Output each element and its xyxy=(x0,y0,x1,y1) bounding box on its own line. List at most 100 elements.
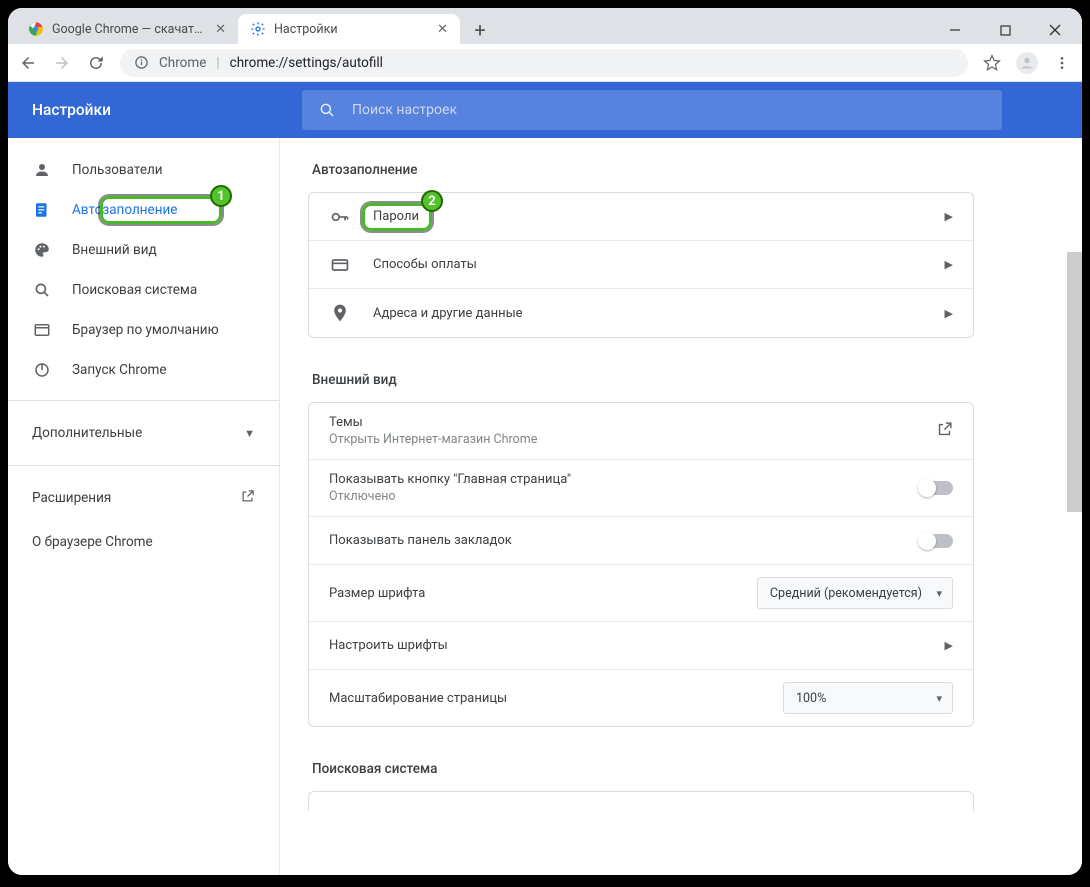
settings-header: Настройки Поиск настроек xyxy=(8,82,1082,138)
card-icon xyxy=(329,254,351,276)
annotation-badge-1: 1 xyxy=(210,185,232,207)
sidebar-about-label: О браузере Chrome xyxy=(32,534,153,550)
close-tab-icon[interactable]: ✕ xyxy=(215,22,226,37)
sidebar-item-label: Автозаполнение xyxy=(72,202,177,218)
sidebar-extensions-label: Расширения xyxy=(32,490,111,506)
chevron-down-icon: ▼ xyxy=(244,427,255,440)
row-home-button: Показывать кнопку "Главная страница" Отк… xyxy=(309,460,973,517)
appearance-card: Темы Открыть Интернет-магазин Chrome Пок… xyxy=(308,402,974,727)
content-scrollbar[interactable] xyxy=(1067,252,1082,512)
sidebar-item-search-engine[interactable]: Поисковая система xyxy=(8,270,279,310)
site-info-icon xyxy=(134,55,149,70)
row-bookmarks-bar: Показывать панель закладок xyxy=(309,517,973,565)
browser-icon xyxy=(32,320,52,340)
annotation-badge-2: 2 xyxy=(421,190,443,212)
pin-icon xyxy=(329,302,351,324)
sidebar-item-label: Браузер по умолчанию xyxy=(72,322,219,338)
tab-0[interactable]: Google Chrome — скачать бесп ✕ xyxy=(16,14,238,44)
profile-avatar[interactable] xyxy=(1016,52,1038,74)
row-page-zoom: Масштабирование страницы 100% xyxy=(309,670,973,726)
sidebar-about[interactable]: О браузере Chrome xyxy=(8,520,279,564)
search-engine-card xyxy=(308,791,974,811)
row-label: Настроить шрифты xyxy=(329,638,945,653)
tab-title: Google Chrome — скачать бесп xyxy=(52,22,205,37)
sidebar-item-label: Пользователи xyxy=(72,162,163,178)
row-label: Адреса и другие данные xyxy=(373,306,945,321)
person-icon xyxy=(32,160,52,180)
tab-1[interactable]: Настройки ✕ xyxy=(238,14,460,44)
address-bar: Chrome | chrome://settings/autofill xyxy=(8,44,1082,82)
sidebar-advanced-label: Дополнительные xyxy=(32,425,142,441)
chevron-right-icon: ▶ xyxy=(945,210,953,223)
row-label: Пароли xyxy=(373,209,945,224)
row-payment-methods[interactable]: Способы оплаты ▶ xyxy=(309,241,973,289)
close-tab-icon[interactable]: ✕ xyxy=(437,22,448,37)
row-sublabel: Отключено xyxy=(329,489,919,504)
chrome-favicon-icon xyxy=(28,21,44,37)
row-label: Показывать панель закладок xyxy=(329,533,919,548)
key-icon xyxy=(329,206,351,228)
window-minimize[interactable] xyxy=(940,18,970,42)
zoom-select[interactable]: 100% xyxy=(783,682,953,714)
sidebar-item-label: Поисковая система xyxy=(72,282,197,298)
external-link-icon xyxy=(936,421,953,442)
row-label: Темы xyxy=(329,415,936,430)
autofill-card: Пароли ▶ 2 Способы оплаты ▶ Адрес xyxy=(308,192,974,338)
sidebar: Пользователи Автозаполнение 1 Внешний ви… xyxy=(8,138,280,875)
row-themes[interactable]: Темы Открыть Интернет-магазин Chrome xyxy=(309,403,973,460)
url-text: chrome://settings/autofill xyxy=(230,55,383,71)
sidebar-divider xyxy=(8,400,279,401)
row-addresses[interactable]: Адреса и другие данные ▶ xyxy=(309,289,973,337)
url-prefix: Chrome xyxy=(159,55,206,71)
settings-panel: Автозаполнение Пароли ▶ 2 Способы оплаты xyxy=(280,138,1082,875)
tab-title: Настройки xyxy=(274,22,427,37)
row-label: Способы оплаты xyxy=(373,257,945,272)
section-title-autofill: Автозаполнение xyxy=(312,162,974,178)
chevron-right-icon: ▶ xyxy=(945,639,953,652)
power-icon xyxy=(32,360,52,380)
bookmarks-bar-toggle[interactable] xyxy=(919,534,953,548)
settings-search-input[interactable]: Поиск настроек xyxy=(302,90,1002,130)
home-button-toggle[interactable] xyxy=(919,481,953,495)
row-passwords[interactable]: Пароли ▶ 2 xyxy=(309,193,973,241)
search-icon xyxy=(318,101,336,119)
back-button[interactable] xyxy=(18,53,38,73)
external-link-icon xyxy=(240,489,255,508)
sidebar-advanced-toggle[interactable]: Дополнительные ▼ xyxy=(8,411,279,455)
row-label: Масштабирование страницы xyxy=(329,691,783,706)
sidebar-item-label: Внешний вид xyxy=(72,242,157,258)
sidebar-item-default-browser[interactable]: Браузер по умолчанию xyxy=(8,310,279,350)
new-tab-button[interactable]: + xyxy=(466,16,494,44)
row-sublabel: Открыть Интернет-магазин Chrome xyxy=(329,432,936,447)
window-close[interactable] xyxy=(1040,18,1070,42)
sidebar-extensions[interactable]: Расширения xyxy=(8,476,279,520)
window-maximize[interactable] xyxy=(990,18,1020,42)
forward-button[interactable] xyxy=(52,53,72,73)
chevron-right-icon: ▶ xyxy=(945,258,953,271)
reload-button[interactable] xyxy=(86,53,106,73)
chevron-right-icon: ▶ xyxy=(945,307,953,320)
search-icon xyxy=(32,280,52,300)
row-label: Показывать кнопку "Главная страница" xyxy=(329,472,919,487)
sidebar-item-autofill[interactable]: Автозаполнение 1 xyxy=(8,190,279,230)
chrome-menu-icon[interactable] xyxy=(1052,53,1072,73)
sidebar-item-label: Запуск Chrome xyxy=(72,362,167,378)
row-label: Размер шрифта xyxy=(329,586,757,601)
section-title-appearance: Внешний вид xyxy=(312,372,974,388)
tab-strip: Google Chrome — скачать бесп ✕ Настройки… xyxy=(8,8,1082,44)
search-placeholder: Поиск настроек xyxy=(352,102,457,118)
row-customize-fonts[interactable]: Настроить шрифты ▶ xyxy=(309,622,973,670)
page-title: Настройки xyxy=(32,101,302,119)
settings-favicon-icon xyxy=(250,21,266,37)
sidebar-divider xyxy=(8,465,279,466)
autofill-icon xyxy=(32,200,52,220)
font-size-select[interactable]: Средний (рекомендуется) xyxy=(757,577,953,609)
bookmark-star-icon[interactable] xyxy=(982,53,1002,73)
url-field[interactable]: Chrome | chrome://settings/autofill xyxy=(120,49,968,77)
sidebar-item-users[interactable]: Пользователи xyxy=(8,150,279,190)
palette-icon xyxy=(32,240,52,260)
row-font-size: Размер шрифта Средний (рекомендуется) xyxy=(309,565,973,622)
section-title-search-engine: Поисковая система xyxy=(312,761,974,777)
sidebar-item-appearance[interactable]: Внешний вид xyxy=(8,230,279,270)
sidebar-item-startup[interactable]: Запуск Chrome xyxy=(8,350,279,390)
